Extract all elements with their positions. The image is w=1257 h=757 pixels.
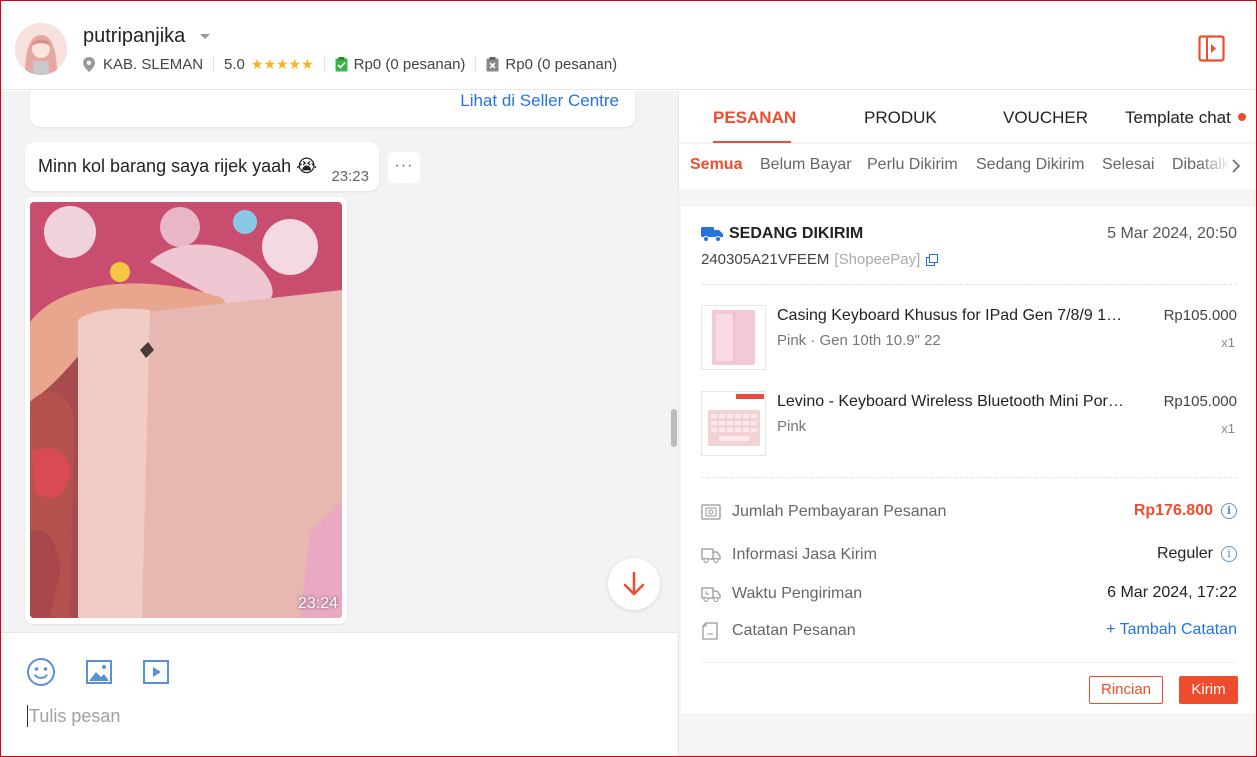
- order-status-filter: Semua Belum Bayar Perlu Dikirim Sedang D…: [679, 144, 1256, 189]
- info-icon[interactable]: i: [1221, 546, 1237, 562]
- details-button[interactable]: Rincian: [1089, 676, 1163, 704]
- notification-dot: [1238, 113, 1246, 121]
- order-date: 5 Mar 2024, 20:50: [1107, 225, 1237, 242]
- message-composer: [1, 632, 678, 756]
- arrow-down-icon: [623, 571, 645, 596]
- shipping-time-value: 6 Mar 2024, 17:22: [1107, 584, 1237, 601]
- order-panel: PESANAN PRODUK VOUCHER Template chat Sem…: [678, 91, 1256, 756]
- chat-header: putripanjika KAB. SLEMAN 5.0 ★★★★★ Rp0 (…: [1, 1, 1256, 90]
- subtab-belum-bayar[interactable]: Belum Bayar: [760, 156, 852, 174]
- shipping-info-label: Informasi Jasa Kirim: [732, 546, 877, 563]
- shipping-info-row: Informasi Jasa Kirim Reguler i: [701, 544, 1237, 568]
- copy-icon[interactable]: [926, 253, 939, 266]
- divider: [701, 284, 1237, 285]
- buyer-rating: 5.0: [224, 55, 245, 73]
- order-item[interactable]: Levino - Keyboard Wireless Bluetooth Min…: [701, 391, 1237, 457]
- subtab-fade: [1199, 144, 1256, 189]
- order-status-text: SEDANG DIKIRIM: [729, 225, 864, 242]
- order-status: SEDANG DIKIRIM: [701, 225, 863, 243]
- chevron-down-icon[interactable]: [200, 34, 210, 39]
- chat-window: putripanjika KAB. SLEMAN 5.0 ★★★★★ Rp0 (…: [0, 0, 1257, 757]
- image-message[interactable]: 23:24: [25, 197, 347, 624]
- product-price: Rp105.000: [1163, 393, 1237, 410]
- payment-method: [ShopeePay]: [834, 251, 921, 268]
- username[interactable]: putripanjika: [83, 25, 185, 48]
- order-item[interactable]: Casing Keyboard Khusus for IPad Gen 7/8/…: [701, 305, 1237, 371]
- image-time: 23:24: [298, 595, 339, 612]
- clipboard-x-icon: [486, 56, 499, 71]
- product-name[interactable]: Levino - Keyboard Wireless Bluetooth Min…: [777, 393, 1127, 411]
- order-id: 240305A21VFEEM: [701, 251, 830, 268]
- order-card: SEDANG DIKIRIM 5 Mar 2024, 20:50 240305A…: [681, 207, 1256, 713]
- product-quantity: x1: [1221, 421, 1235, 436]
- buyer-meta: KAB. SLEMAN 5.0 ★★★★★ Rp0 (0 pesanan) Rp…: [83, 54, 617, 74]
- star-rating-icon: ★★★★★: [250, 55, 314, 72]
- product-name[interactable]: Casing Keyboard Khusus for IPad Gen 7/8/…: [777, 307, 1127, 325]
- stat-completed-orders: Rp0 (0 pesanan): [353, 55, 466, 73]
- product-quantity: x1: [1221, 335, 1235, 350]
- video-upload-icon[interactable]: [141, 657, 171, 687]
- payment-total-label: Jumlah Pembayaran Pesanan: [732, 503, 947, 520]
- delivery-time-icon: [701, 587, 721, 602]
- product-variation: Pink · Gen 10th 10.9" 22: [777, 332, 941, 349]
- divider: [701, 477, 1237, 478]
- location-pin-icon: [83, 56, 95, 72]
- tab-pesanan[interactable]: PESANAN: [713, 108, 796, 128]
- product-price: Rp105.000: [1163, 307, 1237, 324]
- truck-icon: [701, 227, 723, 242]
- tab-template-chat[interactable]: Template chat: [1125, 108, 1231, 128]
- order-note-label: Catatan Pesanan: [732, 622, 856, 639]
- order-note-row: Catatan Pesanan + Tambah Catatan: [701, 620, 1237, 644]
- chevron-right-icon[interactable]: [1229, 158, 1243, 174]
- info-icon[interactable]: i: [1221, 503, 1237, 519]
- payment-total-row: Jumlah Pembayaran Pesanan Rp176.800 i: [701, 501, 1237, 525]
- panel-tabs: PESANAN PRODUK VOUCHER Template chat: [679, 91, 1256, 143]
- avatar[interactable]: [15, 23, 67, 75]
- delivery-truck-icon: [701, 548, 721, 563]
- product-card: Lihat di Seller Centre: [30, 91, 635, 127]
- shipping-time-label: Waktu Pengiriman: [732, 585, 863, 602]
- wallet-icon: [701, 504, 721, 520]
- chat-messages[interactable]: Lihat di Seller Centre Minn kol barang s…: [1, 91, 678, 632]
- more-options-button[interactable]: ···: [388, 152, 420, 183]
- message-text: Minn kol barang saya rijek yaah 😭: [38, 156, 318, 176]
- subtab-sedang-dikirim[interactable]: Sedang Dikirim: [976, 156, 1084, 174]
- collapse-panel-icon[interactable]: [1198, 35, 1225, 62]
- clipboard-check-icon: [335, 56, 348, 71]
- send-order-button[interactable]: Kirim: [1179, 676, 1238, 704]
- message-photo[interactable]: 23:24: [30, 202, 342, 618]
- tab-voucher[interactable]: VOUCHER: [1003, 108, 1088, 128]
- subtab-semua[interactable]: Semua: [690, 156, 742, 174]
- shipping-time-row: Waktu Pengiriman 6 Mar 2024, 17:22: [701, 583, 1237, 607]
- message-time: 23:23: [331, 168, 369, 185]
- active-tab-indicator: [713, 141, 791, 143]
- emoji-icon[interactable]: [26, 657, 56, 687]
- image-upload-icon[interactable]: [84, 657, 114, 687]
- message-bubble[interactable]: Minn kol barang saya rijek yaah 😭 23:23: [25, 142, 379, 191]
- shipping-info-value: Reguler i: [1157, 545, 1237, 563]
- buyer-location: KAB. SLEMAN: [103, 55, 204, 73]
- seller-centre-link[interactable]: Lihat di Seller Centre: [460, 91, 619, 111]
- message-input[interactable]: [27, 705, 647, 727]
- order-id-row: 240305A21VFEEM [ShopeePay]: [701, 251, 939, 268]
- product-thumbnail[interactable]: [701, 305, 766, 370]
- divider: [701, 662, 1237, 663]
- product-thumbnail[interactable]: [701, 391, 766, 456]
- panel-resize-handle[interactable]: [671, 409, 677, 447]
- add-note-link[interactable]: + Tambah Catatan: [1106, 621, 1237, 639]
- note-icon: [702, 622, 718, 640]
- stat-cancelled-orders: Rp0 (0 pesanan): [505, 55, 618, 73]
- subtab-perlu-dikirim[interactable]: Perlu Dikirim: [867, 156, 958, 174]
- product-variation: Pink: [777, 418, 807, 435]
- subtab-selesai[interactable]: Selesai: [1102, 156, 1154, 174]
- scroll-to-bottom-button[interactable]: [608, 558, 660, 610]
- tab-produk[interactable]: PRODUK: [864, 108, 937, 128]
- payment-total-value: Rp176.800 i: [1134, 502, 1237, 520]
